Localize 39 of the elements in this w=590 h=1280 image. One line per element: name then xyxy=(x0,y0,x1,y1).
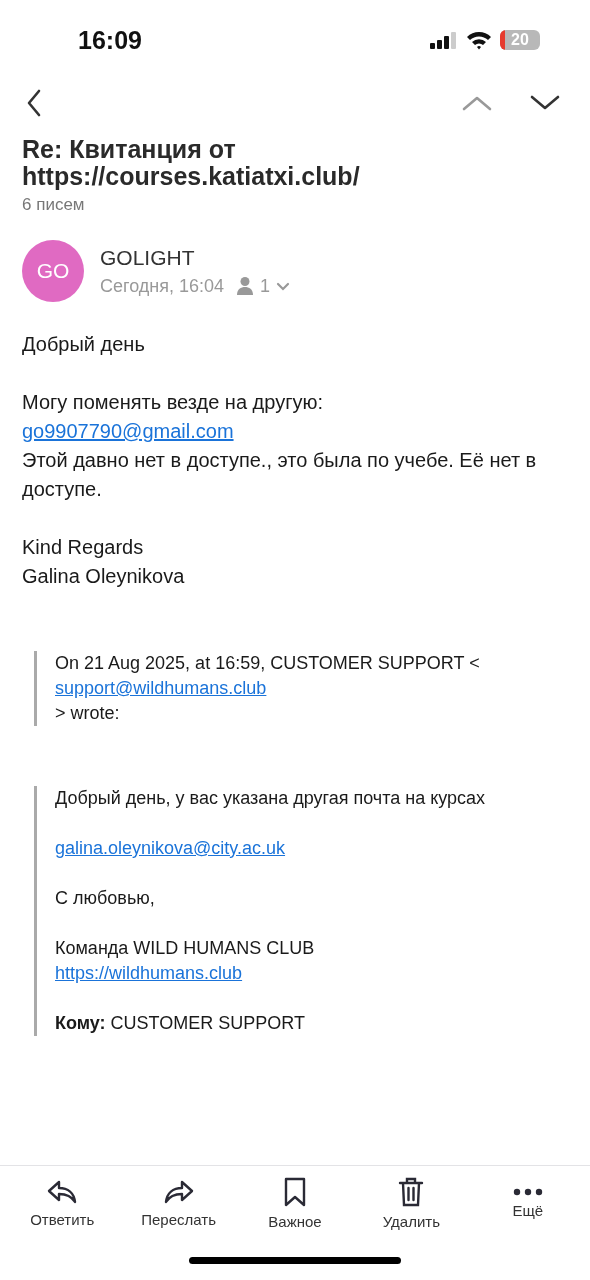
toolbar-button[interactable]: Ещё xyxy=(477,1188,578,1219)
message-text: Galina Oleynikova xyxy=(22,564,186,589)
next-button[interactable] xyxy=(530,95,560,111)
email-link[interactable]: support@wildhumans.club xyxy=(55,676,267,701)
toolbar-button[interactable]: Важное xyxy=(244,1177,345,1230)
email-link[interactable]: https://wildhumans.club xyxy=(55,961,243,986)
message-text: > wrote: xyxy=(55,702,121,725)
forward-icon xyxy=(163,1179,194,1205)
toolbar-button[interactable]: Ответить xyxy=(12,1179,113,1228)
message-text: Команда WILD HUMANS CLUB xyxy=(55,937,316,960)
previous-button[interactable] xyxy=(462,95,492,111)
bookmark-icon xyxy=(282,1177,307,1207)
battery-indicator: 20 xyxy=(500,30,540,50)
message-text: Добрый день, у вас указана другая почта на курсах xyxy=(55,787,487,810)
message-text: Kind Regards xyxy=(22,535,145,560)
message-text: Этой давно нет в доступе., это была по учебе. Её нет в доступе. xyxy=(22,448,538,502)
more-icon xyxy=(512,1188,543,1196)
trash-icon xyxy=(398,1177,425,1207)
email-link[interactable]: go9907790@gmail.com xyxy=(22,417,234,446)
email-link[interactable]: galina.oleynikova@city.ac.uk xyxy=(55,836,286,861)
message-text: С любовью, xyxy=(55,887,156,910)
back-button[interactable] xyxy=(26,89,42,117)
sender-avatar: GO xyxy=(22,240,84,302)
wifi-icon xyxy=(466,30,492,50)
person-icon xyxy=(236,276,255,296)
toolbar-button[interactable]: Переслать xyxy=(128,1179,229,1228)
email-subject: Re: Квитанция от https://courses.katiatxi.club/ xyxy=(22,136,361,190)
chevron-down-icon[interactable] xyxy=(276,281,291,291)
toolbar-button[interactable]: Удалить xyxy=(361,1177,462,1230)
sent-date: Сегодня, 16:04 xyxy=(100,275,225,297)
sender-name: GOLIGHT xyxy=(100,245,196,270)
message-text: Добрый день xyxy=(22,332,146,357)
message-text: Могу поменять везде на другую: xyxy=(22,390,324,415)
message-text: Кому: CUSTOMER SUPPORT xyxy=(55,1012,306,1035)
reply-icon xyxy=(47,1179,78,1205)
status-time: 16:09 xyxy=(78,25,142,55)
message-text: On 21 Aug 2025, at 16:59, CUSTOMER SUPPORT < xyxy=(55,652,481,675)
message-count: 6 писем xyxy=(22,195,86,215)
signal-icon xyxy=(430,31,458,49)
